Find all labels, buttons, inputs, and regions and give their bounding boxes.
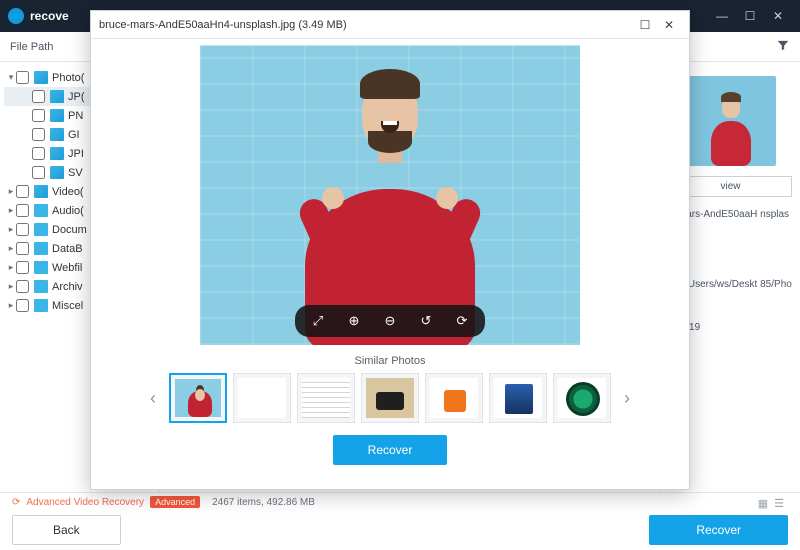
- tree-checkbox[interactable]: [16, 223, 29, 236]
- folder-icon: [34, 185, 48, 198]
- similar-photos-label: Similar Photos: [111, 355, 669, 367]
- file-icon: [50, 90, 64, 103]
- filter-icon[interactable]: [776, 38, 790, 55]
- carousel-thumb-2[interactable]: [233, 373, 291, 423]
- carousel-thumb-7[interactable]: [553, 373, 611, 423]
- tree-checkbox[interactable]: [32, 166, 45, 179]
- tree-label: GI: [68, 129, 80, 141]
- tree-label: Photo(: [52, 72, 84, 84]
- file-icon: [50, 109, 64, 122]
- preview-image: ⤢ ⊕ ⊖ ↺ ⟳: [200, 45, 580, 345]
- folder-icon: [34, 299, 48, 312]
- tree-label: Audio(: [52, 205, 84, 217]
- brand-icon: [8, 8, 24, 24]
- caret-icon[interactable]: ▾: [6, 72, 16, 83]
- modal-title-text: bruce-mars-AndE50aaHn4-unsplash.jpg (3.4…: [99, 19, 633, 31]
- window-minimize-button[interactable]: —: [708, 9, 736, 23]
- tree-label: Webfil: [52, 262, 82, 274]
- tree-checkbox[interactable]: [16, 299, 29, 312]
- folder-icon: [34, 242, 48, 255]
- tree-checkbox[interactable]: [32, 128, 45, 141]
- refresh-icon[interactable]: ⟳: [12, 497, 20, 508]
- caret-icon[interactable]: ▸: [6, 224, 16, 235]
- folder-icon: [34, 261, 48, 274]
- result-stats: 2467 items, 492.86 MB: [212, 497, 315, 508]
- image-preview-modal: bruce-mars-AndE50aaHn4-unsplash.jpg (3.4…: [90, 10, 690, 490]
- modal-titlebar: bruce-mars-AndE50aaHn4-unsplash.jpg (3.4…: [91, 11, 689, 39]
- tree-label: JP(: [68, 91, 85, 103]
- tree-label: DataB: [52, 243, 83, 255]
- folder-icon: [34, 71, 48, 84]
- fullscreen-button[interactable]: ⟳: [451, 310, 473, 332]
- bottom-bar: ⟳ Advanced Video Recovery Advanced 2467 …: [0, 492, 800, 550]
- back-button[interactable]: Back: [12, 515, 121, 545]
- tree-label: JPI: [68, 148, 84, 160]
- caret-icon[interactable]: ▸: [6, 281, 16, 292]
- list-view-icon[interactable]: ☰: [774, 497, 784, 510]
- tree-label: PN: [68, 110, 83, 122]
- carousel-thumb-1[interactable]: [169, 373, 227, 423]
- tree-label: SV: [68, 167, 83, 179]
- folder-icon: [34, 223, 48, 236]
- tree-checkbox[interactable]: [16, 242, 29, 255]
- zoom-out-button[interactable]: ⊖: [379, 310, 401, 332]
- folder-icon: [34, 204, 48, 217]
- grid-view-icon[interactable]: ▦: [758, 497, 768, 510]
- carousel-thumb-3[interactable]: [297, 373, 355, 423]
- caret-icon[interactable]: ▸: [6, 300, 16, 311]
- tree-label: Archiv: [52, 281, 83, 293]
- carousel-thumb-4[interactable]: [361, 373, 419, 423]
- advanced-recovery-link[interactable]: Advanced Video Recovery: [26, 497, 144, 508]
- caret-icon[interactable]: ▸: [6, 262, 16, 273]
- tree-checkbox[interactable]: [32, 147, 45, 160]
- modal-close-button[interactable]: ✕: [657, 18, 681, 32]
- window-maximize-button[interactable]: ☐: [736, 9, 764, 23]
- zoom-in-button[interactable]: ⊕: [343, 310, 365, 332]
- carousel-next-icon[interactable]: ›: [617, 388, 637, 409]
- tree-checkbox[interactable]: [32, 90, 45, 103]
- tree-checkbox[interactable]: [16, 204, 29, 217]
- carousel-prev-icon[interactable]: ‹: [143, 388, 163, 409]
- modal-maximize-button[interactable]: ☐: [633, 18, 657, 32]
- file-path-label: File Path: [10, 41, 53, 53]
- preview-thumbnail: [686, 76, 776, 166]
- advanced-badge: Advanced: [150, 496, 200, 508]
- tree-label: Video(: [52, 186, 84, 198]
- tree-checkbox[interactable]: [32, 109, 45, 122]
- file-icon: [50, 128, 64, 141]
- tree-checkbox[interactable]: [16, 71, 29, 84]
- tree-label: Miscel: [52, 300, 83, 312]
- image-toolbar: ⤢ ⊕ ⊖ ↺ ⟳: [295, 305, 485, 337]
- recover-button[interactable]: Recover: [649, 515, 788, 545]
- tree-label: Docum: [52, 224, 87, 236]
- similar-photos-carousel: ‹ ›: [111, 373, 669, 423]
- caret-icon[interactable]: ▸: [6, 186, 16, 197]
- folder-icon: [34, 280, 48, 293]
- fit-to-screen-button[interactable]: ⤢: [307, 310, 329, 332]
- tree-checkbox[interactable]: [16, 185, 29, 198]
- carousel-thumb-5[interactable]: [425, 373, 483, 423]
- tree-checkbox[interactable]: [16, 261, 29, 274]
- window-close-button[interactable]: ✕: [764, 9, 792, 23]
- tree-checkbox[interactable]: [16, 280, 29, 293]
- caret-icon[interactable]: ▸: [6, 243, 16, 254]
- caret-icon[interactable]: ▸: [6, 205, 16, 216]
- file-icon: [50, 166, 64, 179]
- file-icon: [50, 147, 64, 160]
- modal-recover-button[interactable]: Recover: [333, 435, 448, 465]
- carousel-thumb-6[interactable]: [489, 373, 547, 423]
- rotate-button[interactable]: ↺: [415, 310, 437, 332]
